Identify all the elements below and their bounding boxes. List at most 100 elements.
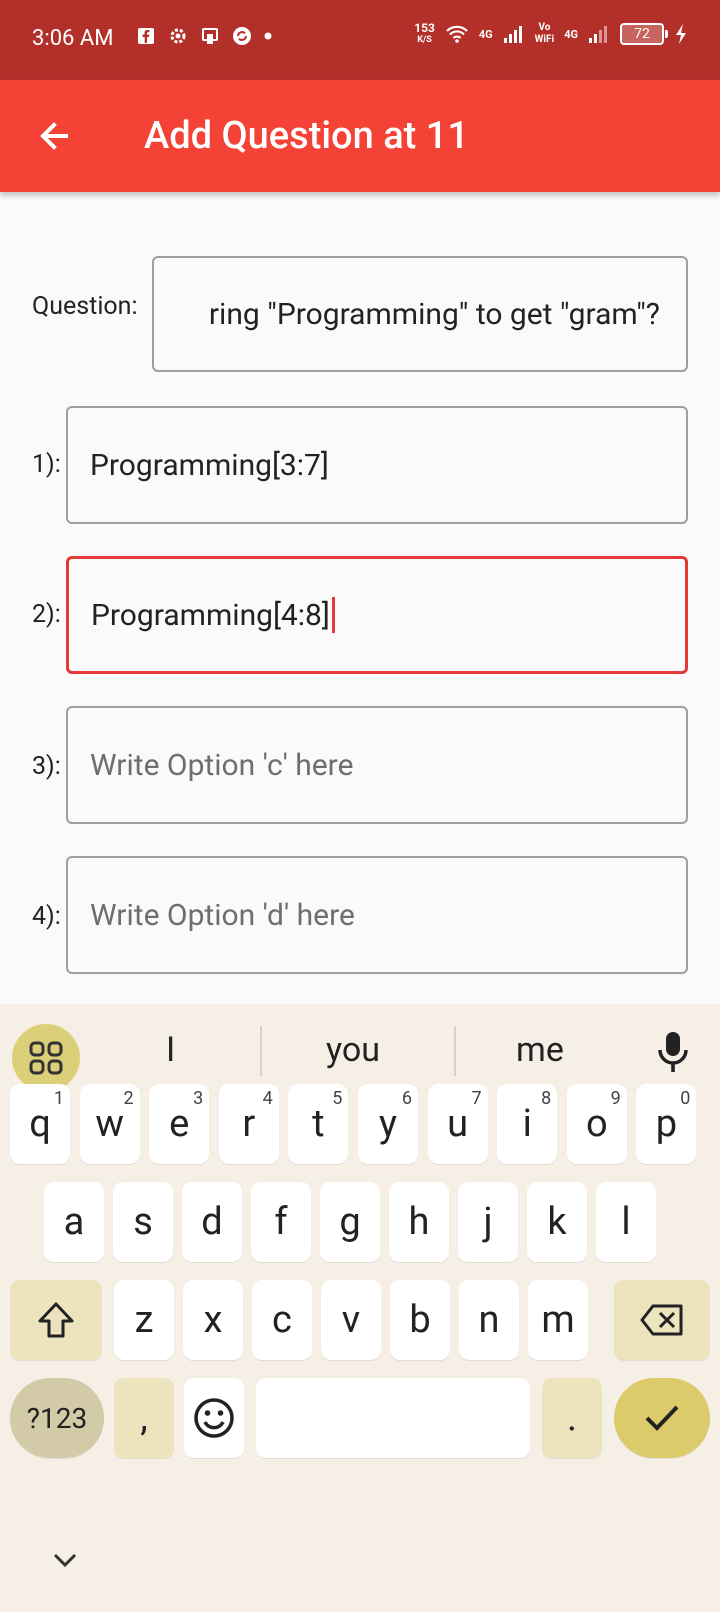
key-w[interactable]: w2 (79, 1084, 140, 1164)
shift-key[interactable] (10, 1280, 102, 1360)
wifi-icon (446, 25, 468, 43)
comma-key[interactable]: , (114, 1378, 174, 1458)
key-number-hint: 6 (401, 1088, 412, 1109)
chevron-down-icon (53, 1553, 77, 1568)
key-d[interactable]: d (182, 1182, 242, 1262)
symbols-key[interactable]: ?123 (10, 1378, 104, 1458)
key-v[interactable]: v (321, 1280, 381, 1360)
vowifi-indicator: Vo WiFi (534, 22, 555, 45)
key-number-hint: 0 (680, 1088, 691, 1109)
key-number-hint: 1 (53, 1088, 64, 1109)
option-2-label: 2): (32, 600, 61, 629)
period-key[interactable]: . (542, 1378, 602, 1458)
app-bar: Add Question at 11 (0, 80, 720, 192)
key-i[interactable]: i8 (497, 1084, 558, 1164)
key-n[interactable]: n (459, 1280, 519, 1360)
apps-grid-icon (29, 1041, 63, 1075)
signal-bars-icon (503, 26, 522, 43)
key-e[interactable]: e3 (149, 1084, 210, 1164)
key-a[interactable]: a (44, 1182, 104, 1262)
voice-input-button[interactable] (656, 1030, 690, 1078)
suggestion-divider (260, 1026, 262, 1076)
enter-done-key[interactable] (614, 1378, 710, 1458)
checkmark-icon (645, 1405, 679, 1431)
battery-level: 72 (620, 23, 668, 45)
facebook-icon (138, 28, 154, 44)
suggestion-2[interactable]: you (326, 1030, 380, 1070)
key-j[interactable]: j (458, 1182, 518, 1262)
network-type-2: 4G (564, 27, 578, 41)
key-number-hint: 4 (262, 1088, 273, 1109)
key-number-hint: 5 (332, 1088, 343, 1109)
key-h[interactable]: h (389, 1182, 449, 1262)
key-letter: y (379, 1102, 397, 1146)
option-1-label: 1): (32, 450, 61, 479)
key-y[interactable]: y6 (358, 1084, 418, 1164)
option-4-input[interactable]: Write Option 'd' here (66, 856, 688, 974)
option-2-input[interactable]: Programming[4:8] (66, 556, 688, 674)
key-letter: w (95, 1102, 124, 1146)
back-button[interactable] (24, 106, 84, 166)
suggestion-divider (454, 1026, 456, 1076)
status-bar: 3:06 AM 153 K/S 4G Vo WiFi 4G 72 (0, 0, 720, 80)
charging-bolt-icon (676, 24, 686, 44)
screen-mirror-icon (202, 28, 218, 44)
key-letter: o (585, 1102, 608, 1146)
key-f[interactable]: f (251, 1182, 311, 1262)
emoji-smile-icon (194, 1398, 234, 1438)
option-3-input[interactable]: Write Option 'c' here (66, 706, 688, 824)
option-3-label: 3): (32, 752, 61, 781)
key-l[interactable]: l (596, 1182, 656, 1262)
key-letter: t (312, 1102, 325, 1146)
key-letter: p (655, 1102, 678, 1146)
status-time: 3:06 AM (32, 26, 114, 51)
key-z[interactable]: z (114, 1280, 174, 1360)
shift-arrow-icon (38, 1302, 74, 1338)
key-s[interactable]: s (113, 1182, 173, 1262)
key-q[interactable]: q1 (10, 1084, 70, 1164)
key-c[interactable]: c (252, 1280, 312, 1360)
key-u[interactable]: u7 (427, 1084, 488, 1164)
network-type-1: 4G (478, 27, 493, 41)
text-cursor (331, 597, 335, 633)
key-t[interactable]: t5 (288, 1084, 349, 1164)
backspace-key[interactable] (614, 1280, 710, 1360)
key-m[interactable]: m (528, 1280, 588, 1360)
notification-icons (136, 26, 272, 46)
arrow-back-icon (40, 122, 68, 150)
more-notifications-dot-icon (264, 32, 272, 40)
key-number-hint: 2 (123, 1088, 134, 1109)
microphone-icon (658, 1032, 688, 1072)
backspace-icon (640, 1304, 683, 1336)
key-letter: i (522, 1102, 532, 1146)
suggestion-3[interactable]: me (516, 1030, 564, 1070)
page-title: Add Question at 11 (144, 114, 469, 158)
sync-icon (233, 27, 251, 45)
key-p[interactable]: p0 (636, 1084, 697, 1164)
signal-bars-icon-2 (589, 26, 607, 43)
suggestion-1[interactable]: I (166, 1030, 175, 1070)
emoji-key[interactable] (184, 1378, 244, 1458)
key-x[interactable]: x (183, 1280, 243, 1360)
system-indicators: 153 K/S 4G Vo WiFi 4G 72 (414, 22, 688, 46)
space-key[interactable] (256, 1378, 530, 1458)
key-b[interactable]: b (390, 1280, 450, 1360)
key-letter: u (447, 1102, 469, 1146)
key-number-hint: 8 (541, 1088, 552, 1109)
settings-gear-icon (170, 28, 186, 44)
key-g[interactable]: g (320, 1182, 380, 1262)
keyboard-menu-button[interactable] (12, 1024, 80, 1092)
question-input[interactable]: ring "Programming" to get "gram"? (152, 256, 688, 372)
key-r[interactable]: r4 (218, 1084, 279, 1164)
hide-keyboard-button[interactable] (52, 1552, 78, 1572)
question-label: Question: (32, 292, 138, 321)
key-k[interactable]: k (527, 1182, 587, 1262)
option-4-label: 4): (32, 902, 61, 931)
key-number-hint: 7 (471, 1088, 482, 1109)
network-speed: 153 K/S (414, 21, 435, 45)
key-letter: q (29, 1102, 51, 1146)
soft-keyboard: I you me q1w2e3r4t5y6u7i8o9p0 asdfghjkl … (0, 1004, 720, 1612)
key-o[interactable]: o9 (566, 1084, 627, 1164)
option-1-input[interactable]: Programming[3:7] (66, 406, 688, 524)
key-letter: e (169, 1102, 190, 1146)
